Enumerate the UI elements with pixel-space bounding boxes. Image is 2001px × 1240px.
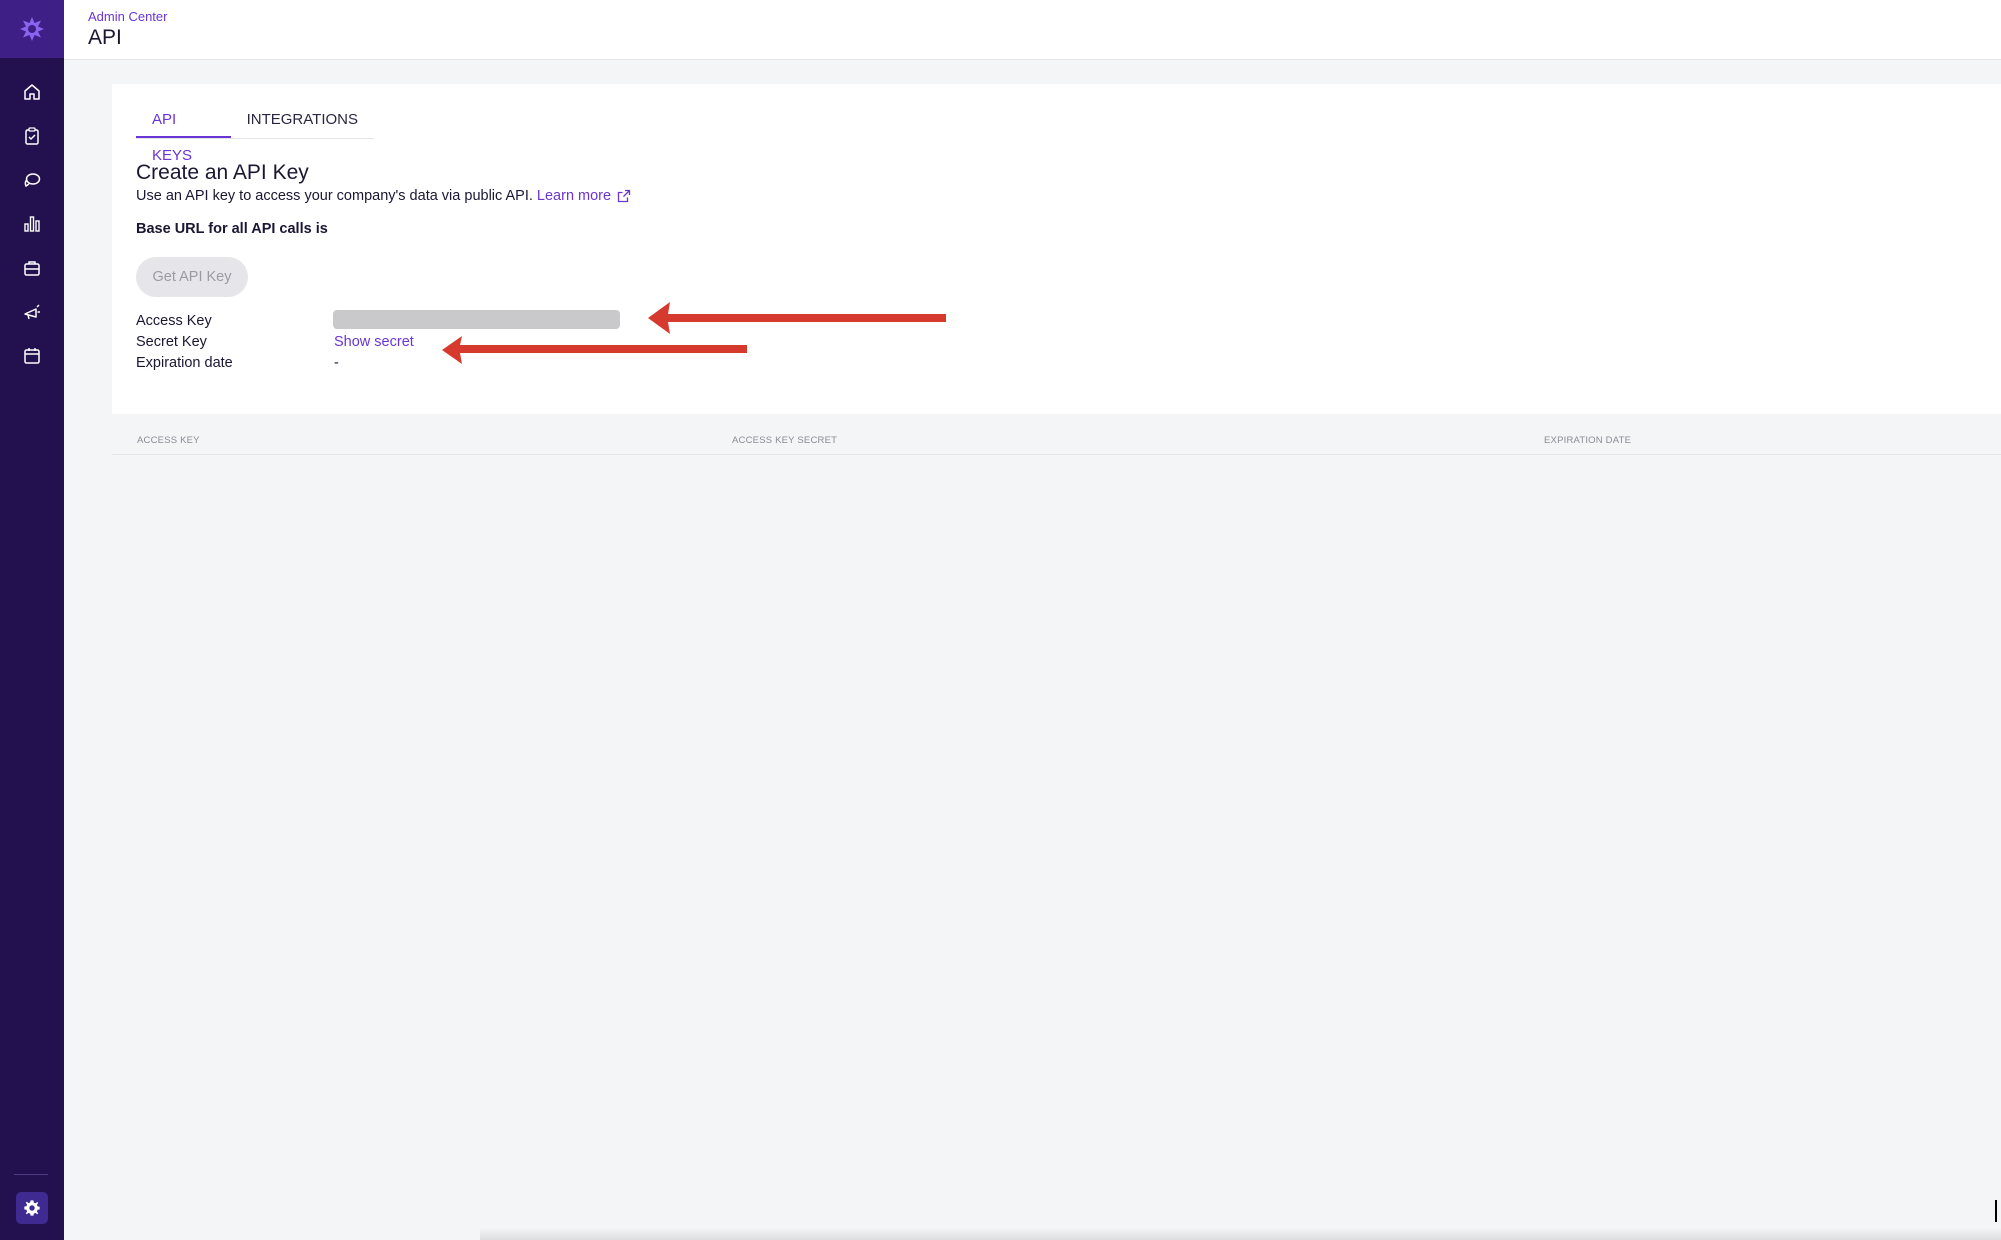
tab-integrations[interactable]: INTEGRATIONS: [231, 102, 374, 138]
expiration-date-value: -: [334, 355, 339, 371]
section-subtitle: Use an API key to access your company's …: [136, 188, 631, 204]
sidebar-divider: [14, 1174, 48, 1175]
base-url-label: Base URL for all API calls is: [136, 221, 328, 237]
learn-more-link[interactable]: Learn more: [537, 188, 631, 204]
api-key-card: API KEYS INTEGRATIONS Create an API Key …: [112, 84, 2001, 414]
sidebar-item-analytics[interactable]: [0, 202, 64, 246]
page-title: API: [88, 26, 122, 49]
bottom-shadow: [480, 1228, 2001, 1240]
sidebar-item-home[interactable]: [0, 70, 64, 114]
sidebar-item-settings[interactable]: [16, 1192, 48, 1224]
chat-bubbles-icon: [24, 173, 41, 188]
breadcrumb[interactable]: Admin Center: [88, 9, 167, 24]
sidebar-item-tasks[interactable]: [0, 114, 64, 158]
brand-logo-icon[interactable]: [0, 0, 64, 58]
window-edge-marker: [1995, 1200, 2001, 1222]
expiration-date-label: Expiration date: [136, 355, 233, 371]
get-api-key-button[interactable]: Get API Key: [136, 257, 248, 297]
learn-more-label: Learn more: [536, 188, 612, 204]
section-title: Create an API Key: [136, 161, 309, 184]
subtitle-text: Use an API key to access your company's …: [136, 188, 533, 204]
page-header: Admin Center API: [64, 0, 2001, 60]
briefcase-icon: [24, 261, 40, 276]
sidebar: [0, 0, 64, 1240]
column-header-expiration-date: EXPIRATION DATE: [1544, 435, 1632, 446]
clipboard-check-icon: [25, 127, 39, 145]
show-secret-link[interactable]: Show secret: [334, 334, 414, 350]
calendar-icon: [24, 348, 40, 364]
tab-api-keys[interactable]: API KEYS: [136, 102, 231, 164]
sidebar-item-calendar[interactable]: [0, 334, 64, 378]
sidebar-nav: [0, 70, 64, 378]
external-link-icon: [617, 189, 631, 203]
sidebar-item-engagement[interactable]: [0, 290, 64, 334]
column-header-access-key: ACCESS KEY: [137, 435, 200, 446]
megaphone-icon: [24, 304, 40, 320]
column-header-access-key-secret: ACCESS KEY SECRET: [732, 435, 838, 446]
sidebar-item-feedback[interactable]: [0, 158, 64, 202]
secret-key-label: Secret Key: [136, 334, 207, 350]
gear-icon: [24, 1200, 40, 1216]
tab-bar: API KEYS INTEGRATIONS: [136, 102, 374, 164]
api-keys-table-header: ACCESS KEY ACCESS KEY SECRET EXPIRATION …: [112, 424, 2001, 455]
access-key-value-redacted: [333, 310, 620, 329]
sidebar-item-jobs[interactable]: [0, 246, 64, 290]
access-key-label: Access Key: [136, 313, 212, 329]
home-icon: [24, 84, 40, 100]
bar-chart-icon: [24, 216, 40, 232]
annotation-arrow-secret-key: [442, 336, 747, 364]
